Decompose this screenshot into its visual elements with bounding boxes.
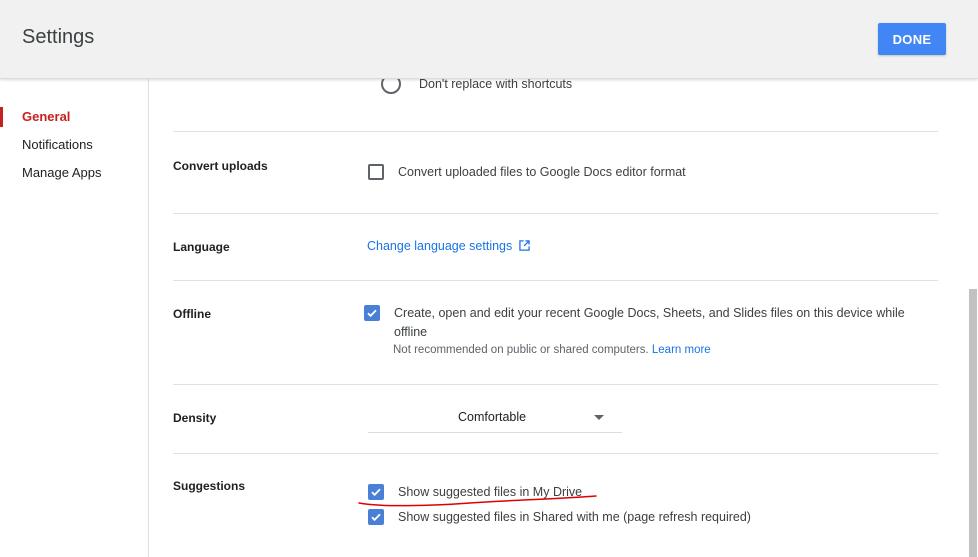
settings-sidebar: General Notifications Manage Apps bbox=[0, 79, 149, 557]
settings-header: Settings DONE bbox=[0, 0, 978, 79]
offline-note: Not recommended on public or shared comp… bbox=[393, 344, 711, 356]
sidebar-item-general[interactable]: General bbox=[22, 109, 70, 124]
suggested-shared-checkbox[interactable] bbox=[368, 509, 384, 525]
language-label: Language bbox=[173, 240, 230, 254]
divider bbox=[173, 131, 938, 132]
convert-uploads-checkbox[interactable] bbox=[368, 164, 384, 180]
suggested-my-drive-checkbox[interactable] bbox=[368, 484, 384, 500]
suggestions-label: Suggestions bbox=[173, 479, 246, 493]
check-icon bbox=[371, 488, 381, 497]
external-link-icon bbox=[519, 240, 530, 254]
convert-uploads-label: Convert uploads bbox=[173, 159, 268, 173]
change-language-link[interactable]: Change language settings bbox=[367, 239, 530, 254]
settings-content: Don't replace with shortcuts Convert upl… bbox=[149, 79, 978, 557]
offline-checkbox[interactable] bbox=[364, 305, 380, 321]
done-button[interactable]: DONE bbox=[878, 23, 946, 55]
suggested-shared-label: Show suggested files in Shared with me (… bbox=[398, 510, 751, 524]
scrollbar-thumb[interactable] bbox=[969, 289, 977, 557]
dropdown-arrow-icon bbox=[594, 415, 604, 420]
shortcuts-option-label: Don't replace with shortcuts bbox=[419, 79, 573, 91]
check-icon bbox=[371, 513, 381, 522]
shortcuts-radio[interactable] bbox=[381, 79, 401, 94]
convert-uploads-checkbox-label: Convert uploaded files to Google Docs ed… bbox=[398, 165, 686, 179]
sidebar-item-manage-apps[interactable]: Manage Apps bbox=[22, 165, 102, 180]
divider bbox=[173, 453, 938, 454]
page-title: Settings bbox=[22, 26, 95, 48]
divider bbox=[173, 213, 938, 214]
suggested-my-drive-label: Show suggested files in My Drive bbox=[398, 485, 583, 499]
density-select[interactable]: Comfortable bbox=[368, 400, 622, 433]
density-label: Density bbox=[173, 411, 217, 425]
offline-checkbox-label-line2: offline bbox=[394, 325, 428, 339]
offline-note-text: Not recommended on public or shared comp… bbox=[393, 344, 649, 356]
learn-more-link[interactable]: Learn more bbox=[652, 344, 711, 356]
active-nav-indicator bbox=[0, 107, 3, 127]
offline-checkbox-label-line1: Create, open and edit your recent Google… bbox=[394, 306, 905, 320]
offline-label: Offline bbox=[173, 307, 211, 321]
divider bbox=[173, 280, 938, 281]
change-language-link-text: Change language settings bbox=[367, 239, 513, 253]
check-icon bbox=[367, 309, 377, 318]
sidebar-item-notifications[interactable]: Notifications bbox=[22, 137, 93, 152]
density-selected-value: Comfortable bbox=[458, 410, 527, 424]
divider bbox=[173, 384, 938, 385]
